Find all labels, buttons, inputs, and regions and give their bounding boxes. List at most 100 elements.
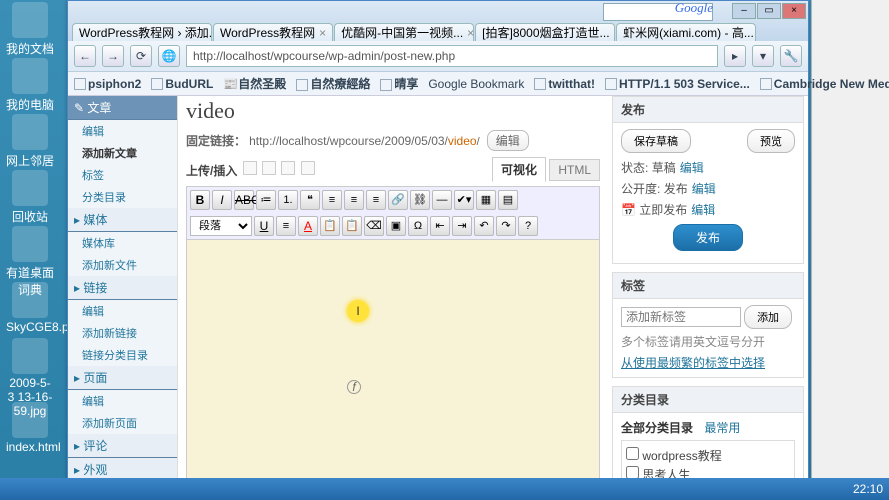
align-center-button[interactable]: ≡ — [344, 190, 364, 210]
category-item[interactable]: wordpress教程 — [626, 447, 790, 464]
preview-button[interactable]: 预览 — [747, 129, 795, 153]
cat-tab-popular[interactable]: 最常用 — [704, 421, 740, 435]
url-input[interactable]: http://localhost/wpcourse/wp-admin/post-… — [186, 45, 718, 67]
add-audio-icon[interactable] — [281, 161, 295, 175]
bookmark[interactable]: 晴享 — [380, 75, 418, 92]
outdent-button[interactable]: ⇤ — [430, 216, 450, 236]
minimize-button[interactable]: – — [732, 3, 756, 19]
taskbar[interactable]: 22:10 — [0, 478, 889, 500]
desktop-icon[interactable]: 回收站 — [6, 170, 54, 225]
browser-tab[interactable]: [拍客]8000烟盒打造世...× — [475, 23, 615, 41]
paste-text-button[interactable]: 📋 — [320, 216, 340, 236]
wrench-button[interactable]: 🔧 — [780, 45, 802, 67]
categories-header[interactable]: 分类目录 — [613, 387, 803, 413]
sidebar-section-comments[interactable]: ▸ 评论 — [68, 434, 177, 458]
ol-button[interactable]: 1. — [278, 190, 298, 210]
forward-button[interactable]: → — [102, 45, 124, 67]
browser-tab[interactable]: 虾米网(xiami.com) - 高...× — [616, 23, 756, 41]
bookmark[interactable]: HTTP/1.1 503 Service... — [605, 77, 750, 91]
cat-tab-all[interactable]: 全部分类目录 — [621, 421, 693, 435]
desktop-icon[interactable]: 我的电脑 — [6, 58, 54, 113]
char-button[interactable]: Ω — [408, 216, 428, 236]
publish-header[interactable]: 发布 — [613, 97, 803, 123]
bookmark[interactable]: twitthat! — [534, 77, 595, 91]
bookmark[interactable]: Google Bookmark — [428, 77, 524, 91]
go-button[interactable]: ▸ — [724, 45, 746, 67]
desktop-icon[interactable]: index.html — [6, 402, 54, 454]
fullscreen-button[interactable]: ▦ — [476, 190, 496, 210]
sidebar-section-posts[interactable]: ✎ 文章 — [68, 96, 177, 120]
reload-button[interactable]: ⟳ — [130, 45, 152, 67]
edit-schedule-link[interactable]: 编辑 — [691, 203, 715, 217]
sidebar-item[interactable]: 编辑 — [68, 300, 177, 322]
desktop-icon[interactable]: 网上邻居 — [6, 114, 54, 169]
align-right-button[interactable]: ≡ — [366, 190, 386, 210]
save-draft-button[interactable]: 保存草稿 — [621, 129, 691, 153]
close-icon[interactable]: × — [319, 26, 326, 40]
edit-status-link[interactable]: 编辑 — [680, 161, 704, 175]
italic-button[interactable]: I — [212, 190, 232, 210]
edit-visibility-link[interactable]: 编辑 — [692, 182, 716, 196]
sidebar-item[interactable]: 标签 — [68, 164, 177, 186]
sidebar-section-media[interactable]: ▸ 媒体 — [68, 208, 177, 232]
add-video-icon[interactable] — [262, 161, 276, 175]
sidebar-item[interactable]: 链接分类目录 — [68, 344, 177, 366]
strike-button[interactable]: ABC — [234, 190, 254, 210]
add-media-icon[interactable] — [301, 161, 315, 175]
html-tab[interactable]: HTML — [549, 159, 600, 181]
bold-button[interactable]: B — [190, 190, 210, 210]
bookmark[interactable]: 自然療經絡 — [296, 75, 370, 92]
sidebar-item[interactable]: 添加新文件 — [68, 254, 177, 276]
desktop-icon[interactable]: 我的文档 — [6, 2, 54, 57]
editor-canvas[interactable]: I f — [186, 240, 600, 488]
justify-button[interactable]: ≡ — [276, 216, 296, 236]
textcolor-button[interactable]: A — [298, 216, 318, 236]
browser-tab[interactable]: WordPress教程网 › 添加...× — [72, 23, 212, 41]
sidebar-item[interactable]: 编辑 — [68, 390, 177, 412]
sidebar-section-links[interactable]: ▸ 链接 — [68, 276, 177, 300]
tag-input[interactable] — [621, 307, 741, 327]
sidebar-item[interactable]: 分类目录 — [68, 186, 177, 208]
maximize-button[interactable]: ▭ — [757, 3, 781, 19]
add-image-icon[interactable] — [243, 161, 257, 175]
clear-format-button[interactable]: ⌫ — [364, 216, 384, 236]
embed-button[interactable]: ▣ — [386, 216, 406, 236]
browser-tab[interactable]: 优酷网-中国第一视频...× — [334, 23, 474, 41]
sidebar-section-pages[interactable]: ▸ 页面 — [68, 366, 177, 390]
redo-button[interactable]: ↷ — [496, 216, 516, 236]
add-tag-button[interactable]: 添加 — [744, 305, 792, 329]
align-left-button[interactable]: ≡ — [322, 190, 342, 210]
visual-tab[interactable]: 可视化 — [492, 157, 546, 182]
help-button[interactable]: ? — [518, 216, 538, 236]
tags-header[interactable]: 标签 — [613, 273, 803, 299]
back-button[interactable]: ← — [74, 45, 96, 67]
paste-word-button[interactable]: 📋 — [342, 216, 362, 236]
sidebar-item[interactable]: 编辑 — [68, 120, 177, 142]
ul-button[interactable]: ≔ — [256, 190, 276, 210]
unlink-button[interactable]: ⛓ — [410, 190, 430, 210]
sidebar-item[interactable]: 添加新链接 — [68, 322, 177, 344]
underline-button[interactable]: U — [254, 216, 274, 236]
close-button[interactable]: × — [782, 3, 806, 19]
undo-button[interactable]: ↶ — [474, 216, 494, 236]
indent-button[interactable]: ⇥ — [452, 216, 472, 236]
page-menu-button[interactable]: ▾ — [752, 45, 774, 67]
sidebar-item-addnew[interactable]: 添加新文章 — [68, 142, 177, 164]
spell-button[interactable]: ✔▾ — [454, 190, 474, 210]
kitchensink-button[interactable]: ▤ — [498, 190, 518, 210]
browser-tab[interactable]: WordPress教程网× — [213, 23, 333, 41]
sidebar-item[interactable]: 添加新页面 — [68, 412, 177, 434]
sidebar-item[interactable]: 媒体库 — [68, 232, 177, 254]
edit-permalink-button[interactable]: 编辑 — [487, 130, 529, 151]
bookmark[interactable]: psiphon2 — [74, 77, 141, 91]
close-icon[interactable]: × — [467, 26, 474, 40]
format-select[interactable]: 段落 — [190, 216, 252, 236]
bookmark[interactable]: Cambridge New Medi... — [760, 77, 889, 91]
bookmark[interactable]: BudURL — [151, 77, 213, 91]
link-button[interactable]: 🔗 — [388, 190, 408, 210]
bookmark[interactable]: 📰自然圣殿 — [223, 75, 286, 92]
choose-tags-link[interactable]: 从使用最频繁的标签中选择 — [621, 356, 765, 370]
quote-button[interactable]: ❝ — [300, 190, 320, 210]
more-button[interactable]: — — [432, 190, 452, 210]
close-icon[interactable]: × — [614, 26, 616, 40]
